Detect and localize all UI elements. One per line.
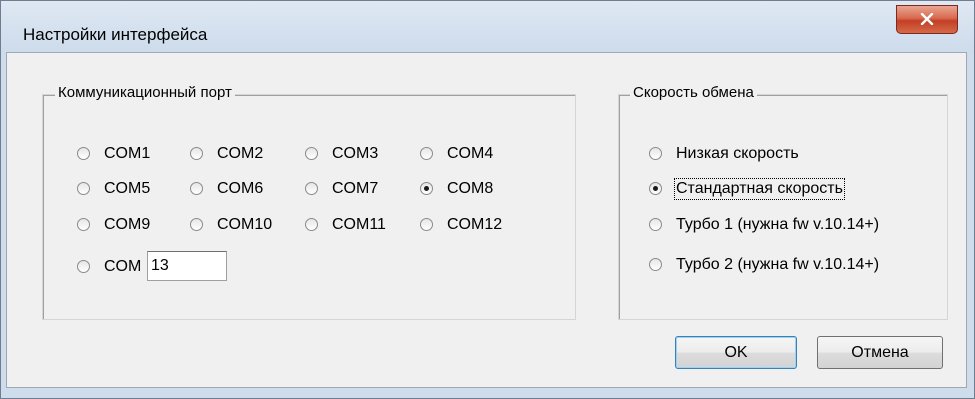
radio-label: COM12	[447, 216, 503, 233]
radio-label: COM11	[332, 216, 386, 233]
com-port-input[interactable]	[147, 251, 227, 281]
radio-button[interactable]	[649, 147, 662, 160]
radio-label: COM5	[104, 180, 151, 197]
radio-button-selected[interactable]	[420, 182, 433, 195]
radio-label: Низкая скорость	[676, 145, 799, 162]
close-button[interactable]	[896, 5, 958, 34]
cancel-button[interactable]: Отмена	[817, 336, 943, 369]
radio-button[interactable]	[420, 218, 433, 231]
radio-button-selected[interactable]	[649, 182, 662, 195]
radio-label: COM7	[332, 180, 379, 197]
radio-label: COM9	[104, 216, 151, 233]
radio-label: COM2	[217, 145, 264, 162]
window-title: Настройки интерфейса	[23, 25, 208, 44]
ok-button[interactable]: OK	[675, 336, 797, 369]
radio-label: Турбо 2 (нужна fw v.10.14+)	[676, 256, 880, 273]
radio-button[interactable]	[305, 182, 318, 195]
radio-label: COM4	[447, 145, 494, 162]
radio-button[interactable]	[77, 260, 90, 273]
radio-button[interactable]	[77, 182, 90, 195]
radio-label: COM10	[217, 216, 273, 233]
radio-label: COM3	[332, 145, 379, 162]
radio-label: COM6	[217, 180, 264, 197]
radio-button[interactable]	[305, 147, 318, 160]
radio-button[interactable]	[190, 147, 203, 160]
radio-button[interactable]	[649, 258, 662, 271]
radio-label: COM1	[104, 145, 151, 162]
radio-label: Стандартная скорость	[674, 178, 845, 200]
radio-button[interactable]	[305, 218, 318, 231]
port-group-title: Коммуникационный порт	[55, 84, 235, 101]
title-bar[interactable]: Настройки интерфейса	[1, 1, 974, 53]
speed-group-title: Скорость обмена	[630, 84, 757, 101]
radio-label: COM8	[447, 180, 494, 197]
radio-label: COM	[104, 258, 142, 275]
radio-button[interactable]	[77, 218, 90, 231]
radio-button[interactable]	[77, 147, 90, 160]
radio-button[interactable]	[420, 147, 433, 160]
speed-group	[618, 94, 948, 320]
port-group	[42, 94, 576, 320]
close-icon	[920, 13, 934, 25]
radio-button[interactable]	[190, 182, 203, 195]
radio-label: Турбо 1 (нужна fw v.10.14+)	[676, 216, 880, 233]
radio-button[interactable]	[649, 218, 662, 231]
radio-button[interactable]	[190, 218, 203, 231]
